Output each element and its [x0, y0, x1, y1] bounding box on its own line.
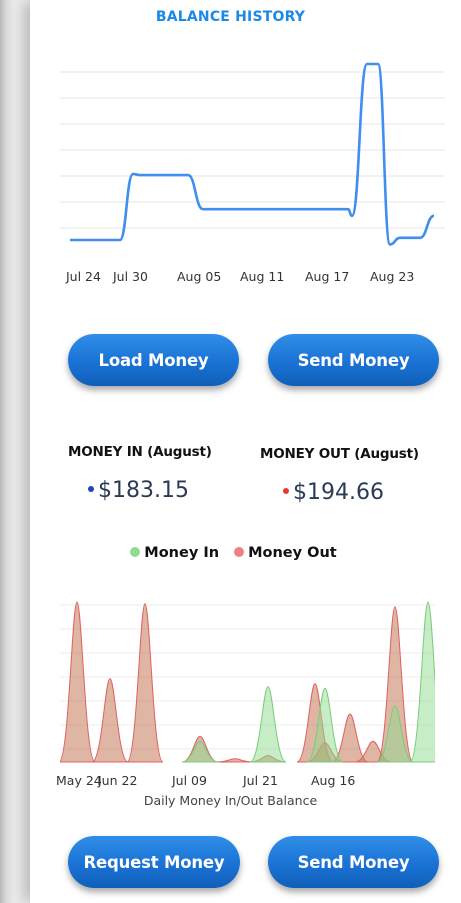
money-in-dot	[88, 486, 94, 492]
balance-x-label: Aug 11	[240, 269, 285, 284]
money-out-peak	[91, 678, 129, 763]
request-money-button[interactable]: Request Money	[68, 836, 240, 888]
daily-x-label: Jul 21	[243, 773, 278, 788]
money-out-legend-swatch	[234, 547, 245, 557]
money-out-peak	[60, 601, 96, 763]
balance-x-label: Jul 24	[66, 269, 101, 284]
daily-x-label: Aug 16	[311, 773, 356, 788]
balance-x-label: Aug 05	[177, 269, 222, 284]
balance-history-title: BALANCE HISTORY	[155, 9, 306, 25]
legend-money-out: Money Out	[248, 545, 337, 561]
daily-x-label: Jun 22	[98, 773, 138, 788]
money-out-label: MONEY OUT (August)	[260, 446, 419, 462]
money-in-value: $183.15	[88, 478, 189, 503]
money-out-peak	[216, 758, 254, 763]
money-in-peak	[409, 601, 435, 763]
money-in-label: MONEY IN (August)	[68, 444, 212, 460]
daily-chart-caption: Daily Money In/Out Balance	[143, 793, 318, 808]
balance-x-label: Aug 17	[305, 269, 350, 284]
balance-history-chart	[60, 62, 445, 246]
daily-x-label: Jul 09	[172, 773, 207, 788]
daily-chart-legend: Money In Money Out	[0, 545, 461, 561]
load-money-button[interactable]: Load Money	[68, 334, 239, 386]
send-money-bottom-button[interactable]: Send Money	[268, 836, 439, 888]
money-out-peak	[126, 603, 164, 763]
money-in-amount: $183.15	[98, 478, 189, 503]
balance-x-label: Aug 23	[370, 269, 415, 284]
money-out-value: $194.66	[283, 480, 384, 505]
send-money-button[interactable]: Send Money	[268, 334, 439, 386]
daily-x-label: May 24	[56, 773, 102, 788]
money-in-legend-swatch	[130, 547, 141, 557]
legend-money-in: Money In	[144, 545, 220, 561]
money-out-amount: $194.66	[293, 480, 384, 505]
balance-line	[69, 62, 435, 246]
money-in-peak	[249, 686, 287, 763]
balance-grid	[60, 71, 445, 229]
balance-x-label: Jul 30	[113, 269, 148, 284]
money-out-dot	[283, 488, 289, 494]
daily-money-chart	[60, 601, 435, 763]
money-out-series	[60, 601, 414, 763]
